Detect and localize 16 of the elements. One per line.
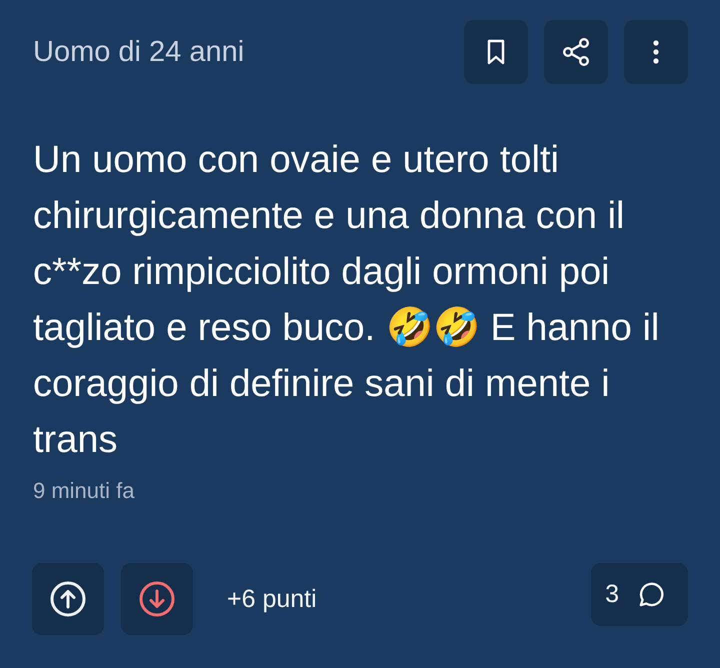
speech-bubble-icon (637, 581, 664, 608)
author-label: Uomo di 24 anni (33, 36, 244, 68)
upvote-button[interactable] (32, 563, 104, 635)
arrow-down-circle-icon (139, 581, 175, 617)
bookmark-button[interactable] (464, 20, 528, 84)
arrow-up-circle-icon (50, 581, 86, 617)
share-button[interactable] (544, 20, 608, 84)
post-time: 9 minuti fa (33, 478, 134, 504)
more-options-icon (653, 40, 659, 64)
comment-count: 3 (605, 580, 619, 609)
share-icon (562, 38, 590, 66)
post-text: Un uomo con ovaie e utero tolti chirurgicamente e una donna con il c**zo rimpicciolito dagli ormoni poi tagliato e reso buco. 🤣🤣 E hanno il coraggio di definire sani di mente i trans (33, 138, 660, 463)
bookmark-icon (487, 39, 505, 65)
downvote-button[interactable] (121, 563, 193, 635)
score-label: +6 punti (227, 584, 317, 614)
comments-button[interactable]: 3 (591, 563, 688, 626)
